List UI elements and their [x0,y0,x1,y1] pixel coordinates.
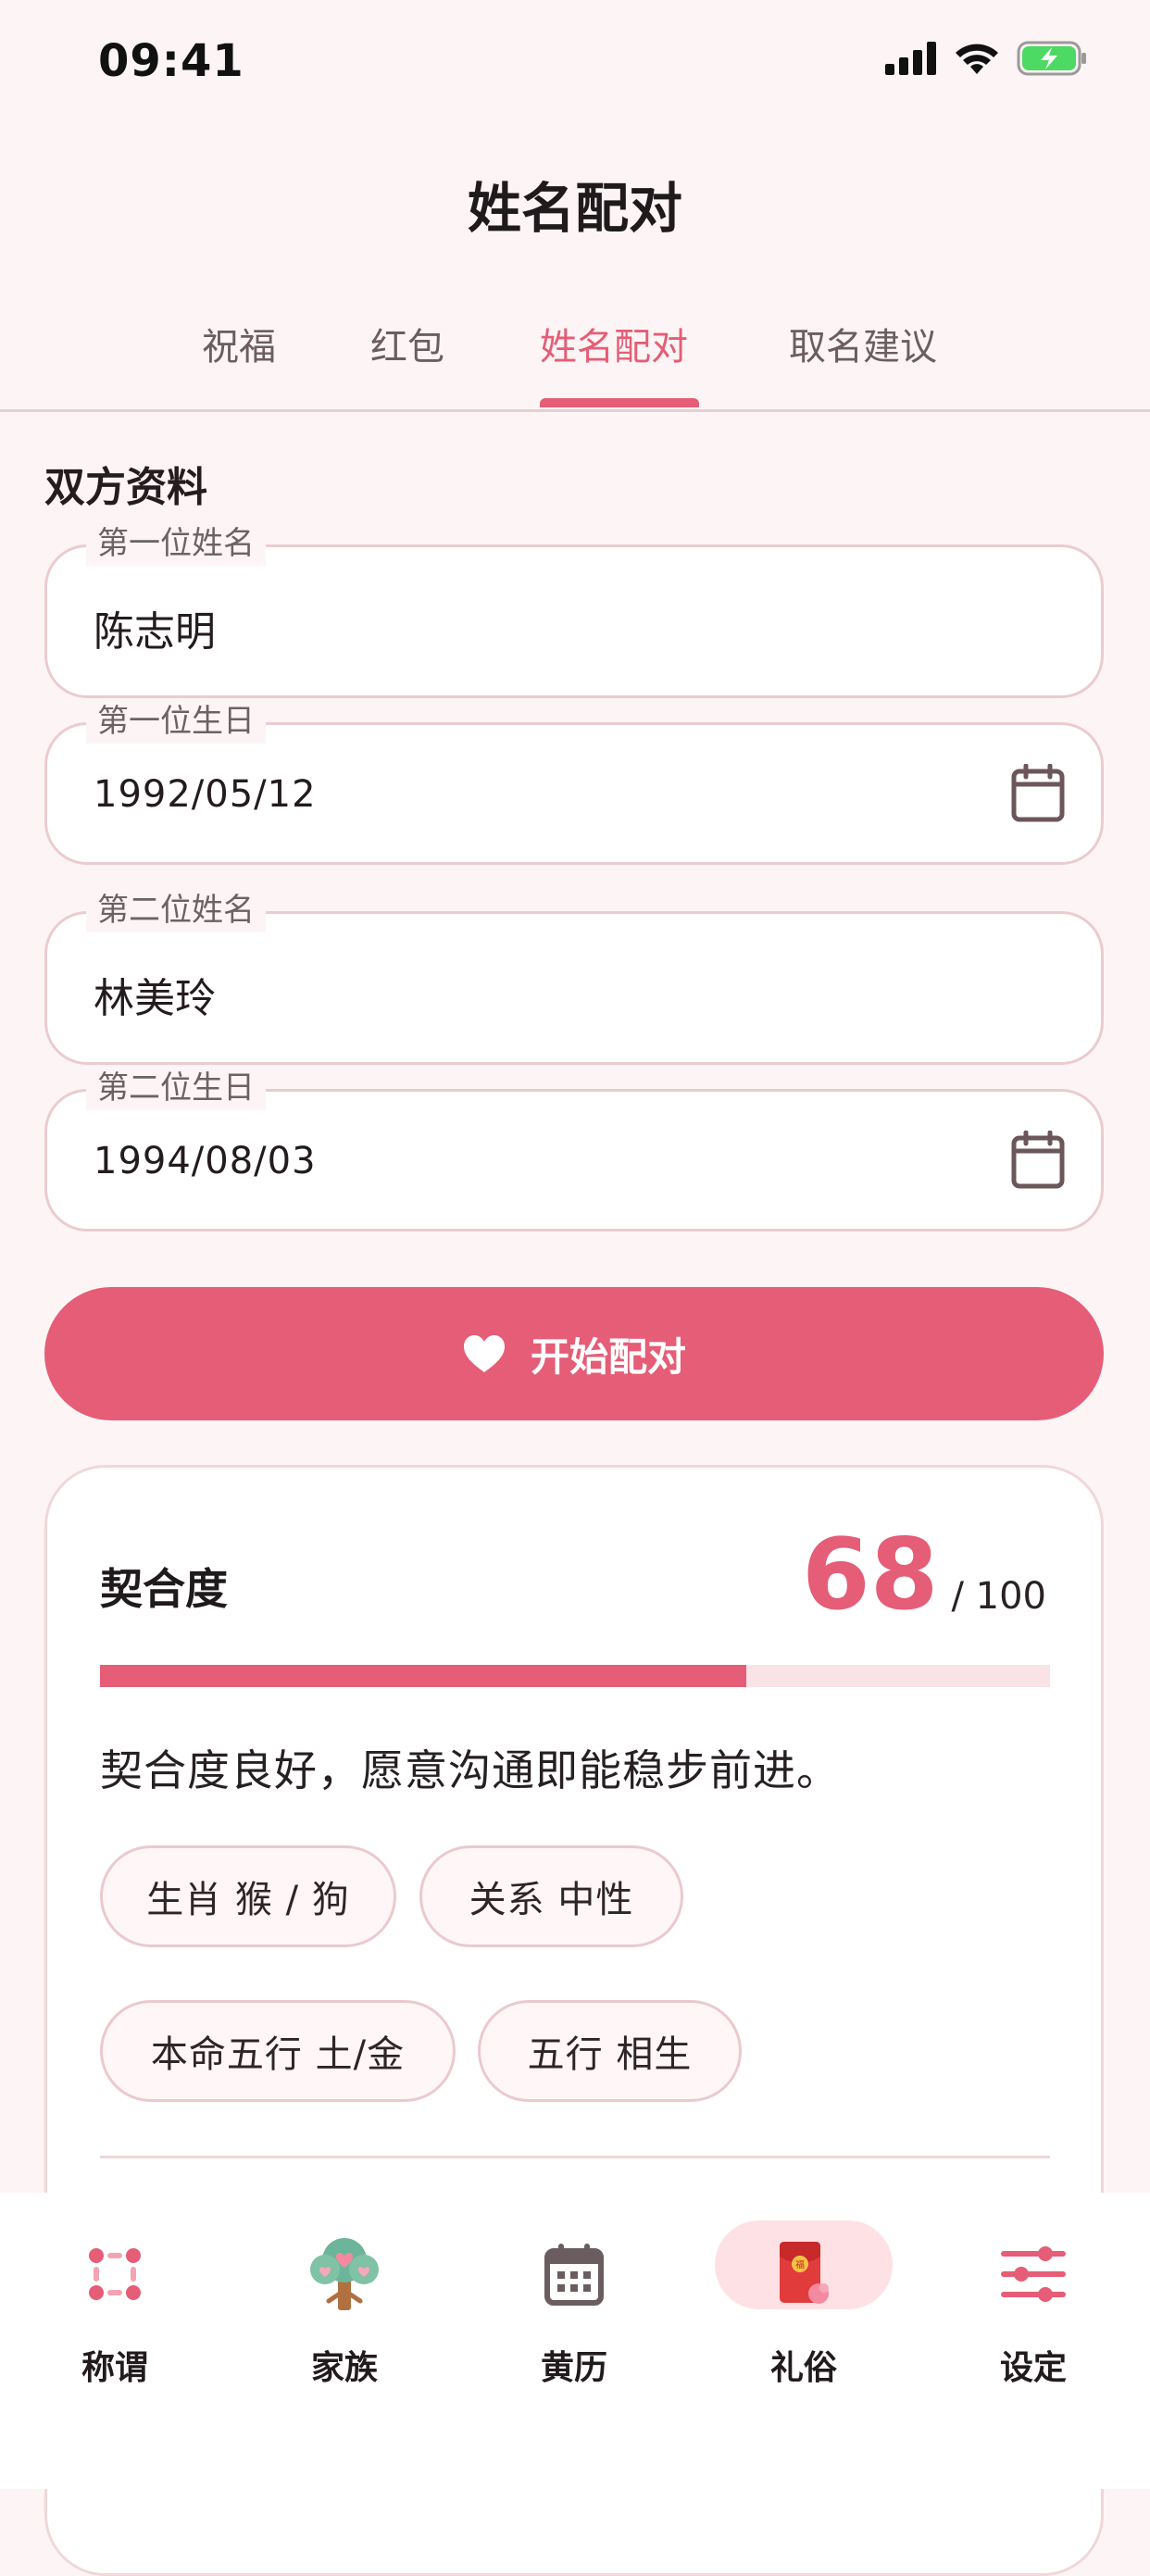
calendar-icon[interactable] [1010,1131,1066,1190]
svg-text:福: 福 [795,2258,805,2270]
nav-label-settings: 设定 [999,2349,1067,2387]
nav-label-kinship: 称谓 [81,2349,148,2387]
second-birthday-field[interactable]: 第二位生日 1994/08/03 [44,1066,1104,1232]
second-birthday-label: 第二位生日 [86,1066,266,1110]
first-name-value[interactable]: 陈志明 [94,598,216,657]
start-match-button[interactable]: 开始配对 [44,1287,1104,1420]
calendar-icon[interactable] [1010,764,1066,823]
tab-bar: 祝福 红包 姓名配对 取名建议 [0,306,1150,412]
card-divider [100,2156,1050,2158]
first-birthday-label: 第一位生日 [86,699,266,744]
first-name-field[interactable]: 第一位姓名 陈志明 [44,521,1104,698]
wifi-icon [956,44,998,74]
second-name-label: 第二位姓名 [86,888,266,932]
tab-blessing[interactable]: 祝福 [202,317,276,370]
status-icons [885,41,1089,76]
nav-item-family[interactable]: 家族 [230,2193,459,2489]
nav-label-family: 家族 [310,2349,378,2387]
status-time: 09:41 [98,35,244,87]
red-envelope-icon: 福 [759,2230,848,2319]
battery-charging-icon [1017,41,1086,76]
page-title: 姓名配对 [467,177,682,240]
second-name-field[interactable]: 第二位姓名 林美玲 [44,888,1104,1065]
settings-sliders-icon [989,2230,1078,2319]
chip-zodiac: 生肖 猴 / 狗 [100,1845,396,1947]
nav-item-almanac[interactable]: 黄历 [459,2193,689,2489]
compatibility-description: 契合度良好，愿意沟通即能稳步前进。 [100,1745,840,1795]
start-match-label: 开始配对 [530,1333,686,1380]
second-name-value[interactable]: 林美玲 [94,965,216,1024]
tab-naming-suggestions[interactable]: 取名建议 [789,317,937,370]
score-value: 68 [801,1518,939,1632]
kinship-dots-icon [70,2230,159,2319]
chip-five-elements-natal: 本命五行 土/金 [100,2000,456,2102]
nav-label-almanac: 黄历 [540,2349,607,2387]
family-tree-icon [300,2230,389,2319]
compatibility-score: 68 / 100 [802,1526,1046,1624]
tab-red-envelope[interactable]: 红包 [370,317,444,370]
heart-icon [463,1335,505,1372]
compatibility-progress [100,1665,1050,1687]
bottom-nav: 称谓 家族 黄历 福 礼俗 设定 [0,2193,1150,2489]
nav-item-customs[interactable]: 福 礼俗 [689,2193,919,2489]
active-tab-indicator [540,398,699,407]
compatibility-title: 契合度 [100,1564,228,1614]
nav-item-settings[interactable]: 设定 [919,2193,1148,2489]
score-total: / 100 [951,1575,1046,1618]
signal-icon [885,42,936,75]
first-birthday-value[interactable]: 1992/05/12 [94,773,317,816]
nav-item-kinship[interactable]: 称谓 [0,2193,230,2489]
first-birthday-field[interactable]: 第一位生日 1992/05/12 [44,699,1104,865]
compatibility-progress-fill [100,1665,746,1687]
calendar-icon [530,2230,619,2319]
first-name-label: 第一位姓名 [86,521,266,566]
chip-relationship: 关系 中性 [419,1845,683,1947]
chip-five-elements: 五行 相生 [478,2000,742,2102]
tab-name-match[interactable]: 姓名配对 [540,317,688,370]
section-title: 双方资料 [44,464,207,511]
nav-label-customs: 礼俗 [769,2349,837,2387]
second-birthday-value[interactable]: 1994/08/03 [94,1140,317,1182]
